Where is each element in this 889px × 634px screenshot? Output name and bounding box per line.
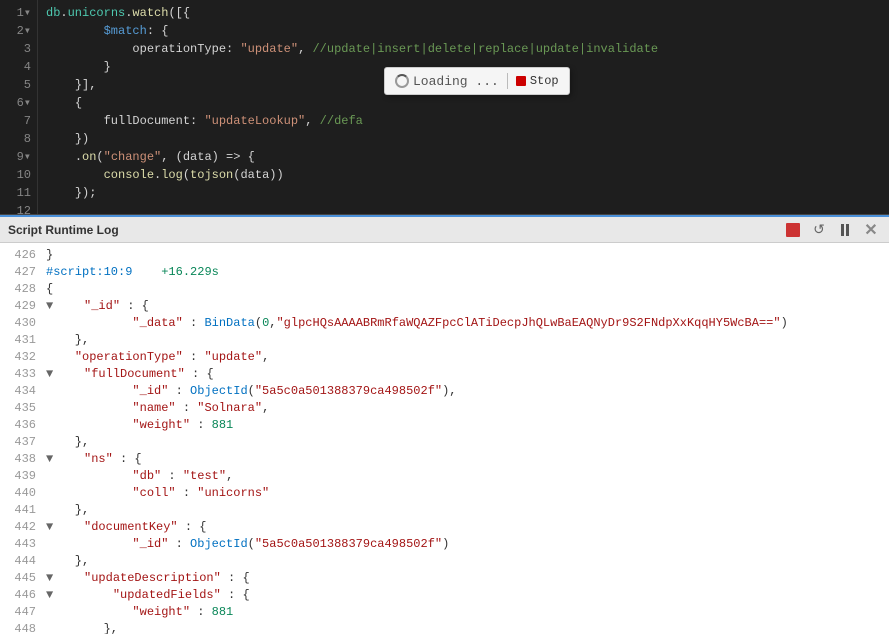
- code-line-10: console.log(tojson(data)): [46, 166, 881, 184]
- log-stop-button[interactable]: [783, 221, 803, 239]
- editor-code-content: db.unicorns.watch([{ $match: { operation…: [38, 0, 889, 214]
- log-pause-button[interactable]: [835, 221, 855, 239]
- log-close-button[interactable]: ✕: [861, 221, 881, 239]
- stop-label: Stop: [530, 74, 559, 88]
- log-line-430: 430 "_data" : BinData(0,"glpcHQsAAAABRmR…: [8, 315, 881, 332]
- log-line-444: 444 },: [8, 553, 881, 570]
- log-line-448: 448 },: [8, 621, 881, 634]
- log-line-447: 447 "weight" : 881: [8, 604, 881, 621]
- log-line-435: 435 "name" : "Solnara",: [8, 400, 881, 417]
- stop-icon: [786, 223, 800, 237]
- spinner-icon: [395, 74, 409, 88]
- log-content: 426 } 427 #script:10:9 +16.229s 428 { 42…: [0, 245, 889, 634]
- log-line-445: 445 ▼ "updateDescription" : {: [8, 570, 881, 587]
- code-area: 1▾ 2▾ 3 4 5 6▾ 7 8 9▾ 10 11 12 13▾ 14 15…: [0, 0, 889, 214]
- log-line-440: 440 "coll" : "unicorns": [8, 485, 881, 502]
- log-line-427: 427 #script:10:9 +16.229s: [8, 264, 881, 281]
- log-line-438: 438 ▼ "ns" : {: [8, 451, 881, 468]
- log-line-437: 437 },: [8, 434, 881, 451]
- log-line-434: 434 "_id" : ObjectId("5a5c0a501388379ca4…: [8, 383, 881, 400]
- code-line-6: {: [46, 94, 881, 112]
- code-line-8: }): [46, 130, 881, 148]
- log-clear-button[interactable]: ↺: [809, 221, 829, 239]
- tooltip-divider: [507, 73, 508, 89]
- pause-icon: [841, 224, 849, 236]
- log-line-431: 431 },: [8, 332, 881, 349]
- log-section: Script Runtime Log ↺ ✕ 426 }: [0, 215, 889, 634]
- log-line-428: 428 {: [8, 281, 881, 298]
- log-line-432: 432 "operationType" : "update",: [8, 349, 881, 366]
- loading-indicator: Loading ...: [395, 74, 499, 89]
- log-line-426: 426 }: [8, 247, 881, 264]
- loading-tooltip: Loading ... Stop: [384, 67, 570, 95]
- code-line-2: $match: {: [46, 22, 881, 40]
- code-line-3: operationType: "update", //update|insert…: [46, 40, 881, 58]
- log-line-439: 439 "db" : "test",: [8, 468, 881, 485]
- stop-icon: [516, 76, 526, 86]
- code-line-1: db.unicorns.watch([{: [46, 4, 881, 22]
- log-line-433: 433 ▼ "fullDocument" : {: [8, 366, 881, 383]
- log-body[interactable]: 426 } 427 #script:10:9 +16.229s 428 { 42…: [0, 243, 889, 634]
- editor-section: 1▾ 2▾ 3 4 5 6▾ 7 8 9▾ 10 11 12 13▾ 14 15…: [0, 0, 889, 215]
- log-line-443: 443 "_id" : ObjectId("5a5c0a501388379ca4…: [8, 536, 881, 553]
- log-line-436: 436 "weight" : 881: [8, 417, 881, 434]
- stop-button[interactable]: Stop: [516, 74, 559, 88]
- log-line-446: 446 ▼ "updatedFields" : {: [8, 587, 881, 604]
- log-controls: ↺ ✕: [783, 221, 881, 239]
- code-line-11: });: [46, 184, 881, 202]
- loading-text: Loading ...: [413, 74, 499, 89]
- editor-line-numbers: 1▾ 2▾ 3 4 5 6▾ 7 8 9▾ 10 11 12 13▾ 14 15: [0, 0, 38, 214]
- code-line-7: fullDocument: "updateLookup", //defa: [46, 112, 881, 130]
- log-line-429: 429 ▼ "_id" : {: [8, 298, 881, 315]
- code-line-12: [46, 202, 881, 214]
- code-line-9: .on("change", (data) => {: [46, 148, 881, 166]
- log-line-441: 441 },: [8, 502, 881, 519]
- log-header: Script Runtime Log ↺ ✕: [0, 215, 889, 243]
- clear-icon: ↺: [813, 221, 825, 238]
- log-line-442: 442 ▼ "documentKey" : {: [8, 519, 881, 536]
- log-title: Script Runtime Log: [8, 223, 119, 237]
- close-icon: ✕: [864, 220, 877, 240]
